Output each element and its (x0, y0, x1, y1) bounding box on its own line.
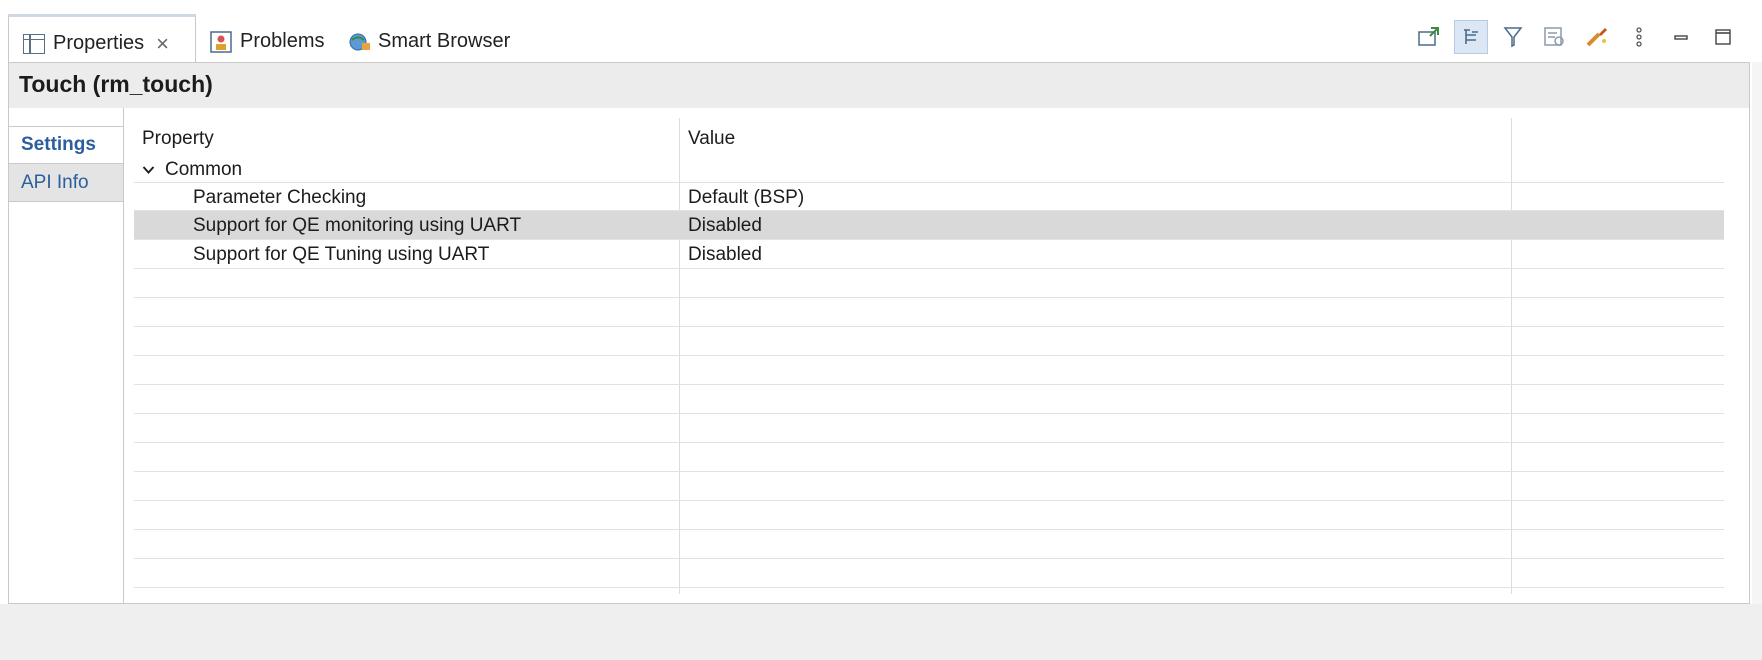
tab-problems[interactable]: Problems (210, 18, 324, 64)
tab-properties-label: Properties (53, 32, 145, 54)
side-tab-api-info[interactable]: API Info (9, 164, 123, 202)
empty-row (134, 414, 1724, 443)
pin-icon[interactable] (1412, 20, 1446, 54)
minimize-icon[interactable] (1664, 20, 1698, 54)
empty-row (134, 385, 1724, 414)
empty-row (134, 472, 1724, 501)
property-name: Support for QE Tuning using UART (193, 244, 490, 265)
problems-icon (210, 31, 232, 53)
smart-browser-icon (348, 31, 370, 51)
restore-default-icon[interactable] (1580, 20, 1614, 54)
property-value[interactable]: Default (BSP) (688, 187, 804, 209)
properties-header: Touch (rm_touch) (8, 62, 1750, 108)
property-table: Property Value Common Parameter Checking… (134, 118, 1724, 594)
empty-row (134, 530, 1724, 559)
tab-smart-browser[interactable]: Smart Browser (348, 18, 510, 64)
side-tab-strip: Settings API Info (9, 108, 123, 603)
empty-row (134, 356, 1724, 385)
footer-strip (0, 604, 1762, 660)
column-header-value[interactable]: Value (688, 128, 735, 150)
close-icon[interactable]: × (156, 32, 169, 55)
view-toolbar (1404, 20, 1740, 54)
tab-smart-browser-label: Smart Browser (378, 29, 511, 52)
group-row-common[interactable]: Common (134, 155, 1724, 184)
chevron-down-icon[interactable] (142, 162, 155, 180)
properties-content: Settings API Info Property Value Common … (8, 108, 1750, 604)
column-header-property[interactable]: Property (142, 128, 214, 150)
empty-row (134, 559, 1724, 588)
show-categories-icon[interactable] (1454, 20, 1488, 54)
advanced-icon[interactable] (1538, 20, 1572, 54)
side-tab-settings[interactable]: Settings (9, 126, 123, 164)
empty-row (134, 327, 1724, 356)
vertical-scrollbar[interactable] (1752, 62, 1762, 604)
empty-row (134, 298, 1724, 327)
property-name: Parameter Checking (193, 187, 367, 208)
group-label: Common (165, 159, 243, 180)
maximize-icon[interactable] (1706, 20, 1740, 54)
properties-icon (23, 33, 45, 54)
page-title: Touch (rm_touch) (19, 71, 213, 97)
view-tab-bar: Properties × Problems Smart Browser (0, 0, 1762, 70)
tab-problems-label: Problems (240, 29, 325, 52)
empty-row (134, 443, 1724, 472)
table-row[interactable]: Support for QE Tuning using UART Disable… (134, 240, 1724, 269)
table-row[interactable]: Support for QE monitoring using UART Dis… (134, 211, 1724, 240)
property-name: Support for QE monitoring using UART (193, 215, 522, 236)
table-header: Property Value (134, 118, 1724, 158)
filter-icon[interactable] (1496, 20, 1530, 54)
empty-row (134, 501, 1724, 530)
property-value[interactable]: Disabled (688, 244, 762, 266)
empty-row (134, 269, 1724, 298)
table-row[interactable]: Parameter Checking Default (BSP) (134, 182, 1724, 211)
property-value[interactable]: Disabled (688, 215, 762, 237)
side-divider (123, 108, 124, 603)
view-menu-icon[interactable] (1622, 20, 1656, 54)
